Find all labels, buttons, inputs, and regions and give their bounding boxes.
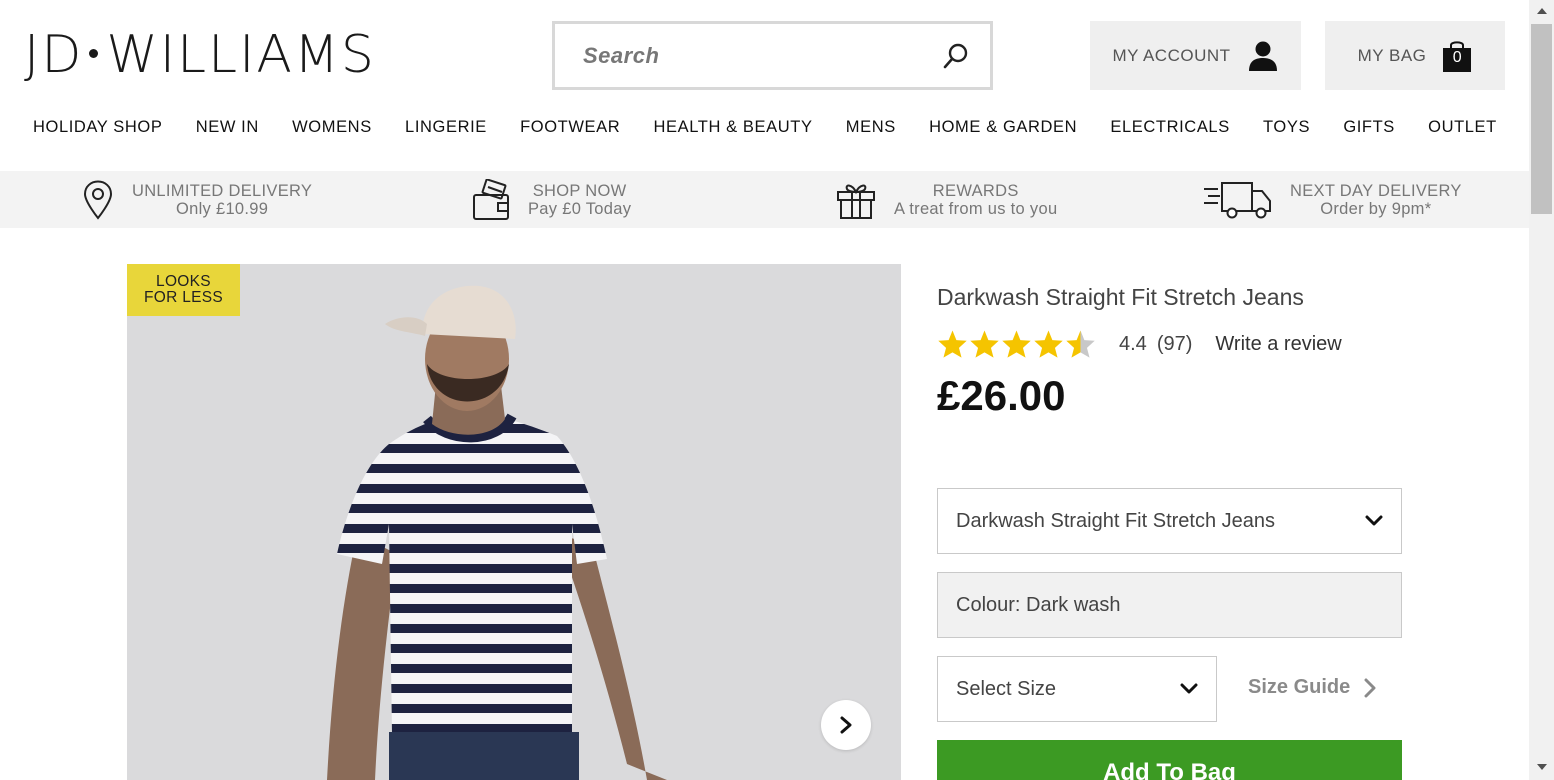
user-icon xyxy=(1248,41,1277,71)
nav-lingerie[interactable]: LINGERIE xyxy=(405,118,487,148)
usp-line2: Pay £0 Today xyxy=(528,199,632,218)
chevron-right-icon xyxy=(1364,678,1376,697)
site-logo[interactable]: JD WILLIAMS xyxy=(24,25,376,85)
product-price: £26.00 xyxy=(937,372,1066,419)
nav-home-garden[interactable]: HOME & GARDEN xyxy=(929,118,1077,148)
usp-shop-now[interactable]: SHOP NOW Pay £0 Today xyxy=(472,171,631,228)
usp-line1: REWARDS xyxy=(932,181,1019,200)
nav-gifts[interactable]: GIFTS xyxy=(1343,118,1395,148)
scroll-down-arrow[interactable] xyxy=(1537,764,1547,770)
bag-icon: 0 xyxy=(1442,40,1472,72)
nav-new-in[interactable]: NEW IN xyxy=(196,118,259,148)
chevron-down-icon xyxy=(1180,683,1198,694)
nav-health-beauty[interactable]: HEALTH & BEAUTY xyxy=(653,118,812,148)
logo-text-right: WILLIAMS xyxy=(106,25,376,85)
model-photo xyxy=(327,285,667,780)
star-rating xyxy=(937,329,1096,359)
nav-outlet[interactable]: OUTLET xyxy=(1428,118,1497,148)
star-icon xyxy=(1002,330,1031,358)
size-guide-label: Size Guide xyxy=(1248,676,1351,698)
nav-mens[interactable]: MENS xyxy=(846,118,896,148)
usp-unlimited-delivery[interactable]: UNLIMITED DELIVERY Only £10.99 xyxy=(82,171,312,228)
usp-line1: SHOP NOW xyxy=(532,181,627,200)
usp-line2: Order by 9pm* xyxy=(1320,199,1432,218)
product-rating[interactable]: 4.4 (97) Write a review xyxy=(937,329,1342,359)
logo-text-left: JD xyxy=(24,25,84,85)
write-review-link[interactable]: Write a review xyxy=(1215,333,1341,356)
my-bag-button[interactable]: MY BAG 0 xyxy=(1325,21,1505,90)
usp-line1: UNLIMITED DELIVERY xyxy=(132,181,313,200)
scroll-up-arrow[interactable] xyxy=(1537,8,1547,14)
size-guide-link[interactable]: Size Guide xyxy=(1248,676,1376,699)
location-pin-icon xyxy=(83,179,113,220)
search-input[interactable]: Search xyxy=(583,43,942,69)
nav-womens[interactable]: WOMENS xyxy=(292,118,372,148)
usp-bar: UNLIMITED DELIVERY Only £10.99 SHOP NOW … xyxy=(0,171,1529,228)
main-nav: HOLIDAY SHOP NEW IN WOMENS LINGERIE FOOT… xyxy=(18,118,1512,148)
star-half-icon xyxy=(1066,330,1095,358)
my-account-label: MY ACCOUNT xyxy=(1112,45,1231,65)
star-icon xyxy=(970,330,999,358)
usp-line2: A treat from us to you xyxy=(894,199,1058,218)
badge-line2: FOR LESS xyxy=(143,289,224,306)
gift-icon xyxy=(837,184,875,219)
nav-footwear[interactable]: FOOTWEAR xyxy=(520,118,620,148)
usp-next-day-delivery[interactable]: NEXT DAY DELIVERY Order by 9pm* xyxy=(1202,171,1462,228)
product-image[interactable]: LOOKS FOR LESS xyxy=(127,264,901,780)
nav-toys[interactable]: TOYS xyxy=(1263,118,1310,148)
star-icon xyxy=(1034,330,1063,358)
my-bag-label: MY BAG xyxy=(1357,45,1427,65)
star-icon xyxy=(938,330,967,358)
next-image-button[interactable] xyxy=(821,700,871,750)
search-box[interactable]: Search xyxy=(552,21,993,90)
badge-line1: LOOKS xyxy=(156,273,211,290)
colour-display: Colour: Dark wash xyxy=(937,572,1402,638)
review-count[interactable]: (97) xyxy=(1157,333,1193,356)
scrollbar-thumb[interactable] xyxy=(1531,24,1552,214)
size-select-placeholder: Select Size xyxy=(956,677,1057,700)
chevron-right-icon xyxy=(840,716,852,734)
size-select[interactable]: Select Size xyxy=(937,656,1217,722)
nav-electricals[interactable]: ELECTRICALS xyxy=(1110,118,1229,148)
looks-for-less-badge: LOOKS FOR LESS xyxy=(127,264,240,316)
add-to-bag-button[interactable]: Add To Bag xyxy=(937,740,1402,780)
rating-value: 4.4 xyxy=(1119,332,1147,355)
logo-dot xyxy=(89,48,99,58)
nav-holiday-shop[interactable]: HOLIDAY SHOP xyxy=(33,118,162,148)
search-icon[interactable] xyxy=(942,42,970,70)
style-select-value: Darkwash Straight Fit Stretch Jeans xyxy=(956,509,1276,532)
product-title: Darkwash Straight Fit Stretch Jeans xyxy=(937,284,1304,310)
style-select[interactable]: Darkwash Straight Fit Stretch Jeans xyxy=(937,488,1402,554)
my-account-button[interactable]: MY ACCOUNT xyxy=(1090,21,1301,90)
chevron-down-icon xyxy=(1365,515,1383,526)
usp-line1: NEXT DAY DELIVERY xyxy=(1290,181,1462,200)
wallet-card-icon xyxy=(473,178,509,220)
delivery-truck-icon xyxy=(1204,181,1271,218)
bag-count: 0 xyxy=(1452,48,1463,66)
page-scrollbar[interactable] xyxy=(1529,0,1554,780)
usp-rewards[interactable]: REWARDS A treat from us to you xyxy=(836,171,1057,228)
usp-line2: Only £10.99 xyxy=(175,199,269,218)
